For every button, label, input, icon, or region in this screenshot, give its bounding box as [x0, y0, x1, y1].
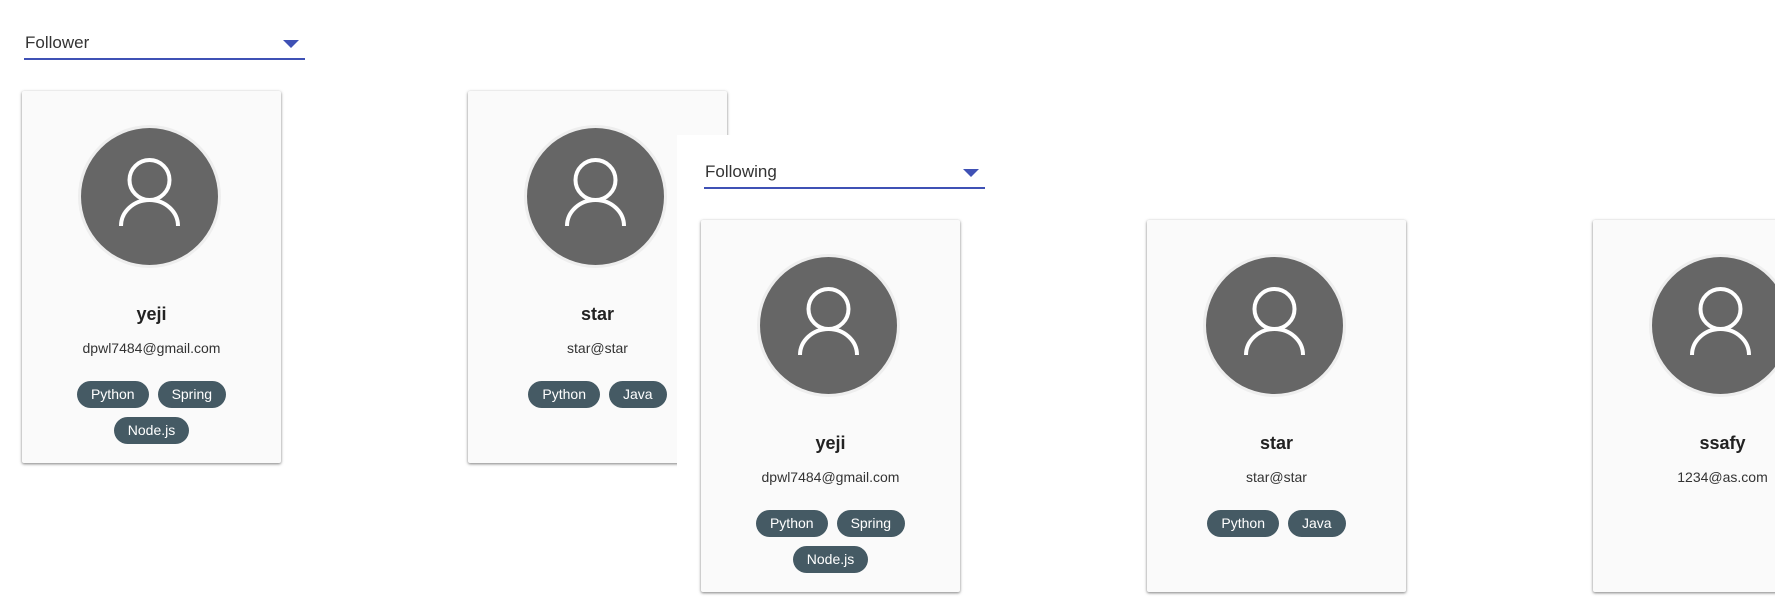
avatar [81, 128, 218, 265]
person-icon [1690, 287, 1751, 356]
following-select-value: Following [705, 162, 777, 181]
user-name: star [1259, 433, 1294, 453]
tag-list: Python Java [1177, 510, 1376, 537]
user-card-follower-yeji[interactable]: yeji dpwl7484@gmail.com Python Spring No… [22, 91, 281, 463]
person-icon [119, 158, 180, 227]
caret-down-icon[interactable] [963, 169, 979, 177]
follower-select-value: Follower [25, 33, 90, 52]
tag-list: Python Spring Node.js [52, 381, 251, 444]
avatar [1206, 257, 1343, 394]
user-email: 1234@as.com [1677, 469, 1768, 485]
person-icon [798, 287, 859, 356]
person-icon [1244, 287, 1305, 356]
caret-down-icon[interactable] [283, 40, 299, 48]
tag-chip[interactable]: Python [528, 381, 600, 408]
following-panel: Following yeji dpwl7484@gmail.com Python… [677, 135, 1775, 608]
user-email: dpwl7484@gmail.com [82, 340, 221, 356]
tag-chip[interactable]: Java [609, 381, 667, 408]
tag-chip[interactable]: Python [1207, 510, 1279, 537]
user-name: yeji [815, 433, 846, 453]
tag-chip[interactable]: Node.js [792, 546, 869, 573]
avatar [527, 128, 664, 265]
tag-chip[interactable]: Spring [836, 510, 906, 537]
user-card-following-star[interactable]: star star@star Python Java [1147, 220, 1406, 592]
tag-chip[interactable]: Node.js [113, 417, 190, 444]
user-email: star@star [1246, 469, 1307, 485]
avatar [1652, 257, 1775, 394]
following-select[interactable]: Following [704, 155, 985, 189]
user-name: yeji [136, 304, 167, 324]
tag-chip[interactable]: Java [1288, 510, 1346, 537]
tag-chip[interactable]: Python [76, 381, 149, 408]
tag-list: Python Spring Node.js [731, 510, 930, 573]
tag-chip[interactable]: Spring [157, 381, 227, 408]
user-email: dpwl7484@gmail.com [761, 469, 900, 485]
tag-list: Python Java [498, 381, 697, 408]
user-card-following-yeji[interactable]: yeji dpwl7484@gmail.com Python Spring No… [701, 220, 960, 592]
user-name: ssafy [1699, 433, 1746, 453]
person-icon [565, 158, 626, 227]
avatar [760, 257, 897, 394]
user-card-following-ssafy[interactable]: ssafy 1234@as.com [1593, 220, 1775, 592]
tag-chip[interactable]: Python [755, 510, 828, 537]
follower-select[interactable]: Follower [24, 26, 305, 60]
